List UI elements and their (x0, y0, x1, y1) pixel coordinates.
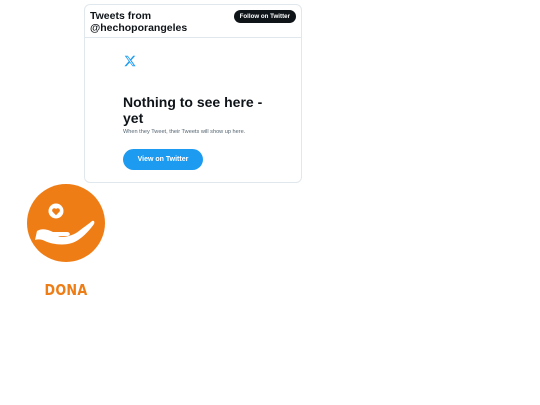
x-logo-icon (124, 55, 136, 67)
donate-label[interactable]: DONA (33, 281, 99, 299)
timeline-header: Tweets from @hechoporangeles Follow on T… (85, 5, 301, 38)
hand-heart-icon[interactable] (27, 184, 105, 262)
empty-state-subtitle: When they Tweet, their Tweets will show … (123, 129, 246, 135)
timeline-title: Tweets from @hechoporangeles (90, 10, 188, 34)
empty-state-title: Nothing to see here - yet (123, 94, 263, 126)
follow-on-twitter-button[interactable]: Follow on Twitter (233, 10, 296, 23)
twitter-timeline-embed: Tweets from @hechoporangeles Follow on T… (84, 4, 302, 183)
view-on-twitter-button[interactable]: View on Twitter (123, 149, 203, 170)
